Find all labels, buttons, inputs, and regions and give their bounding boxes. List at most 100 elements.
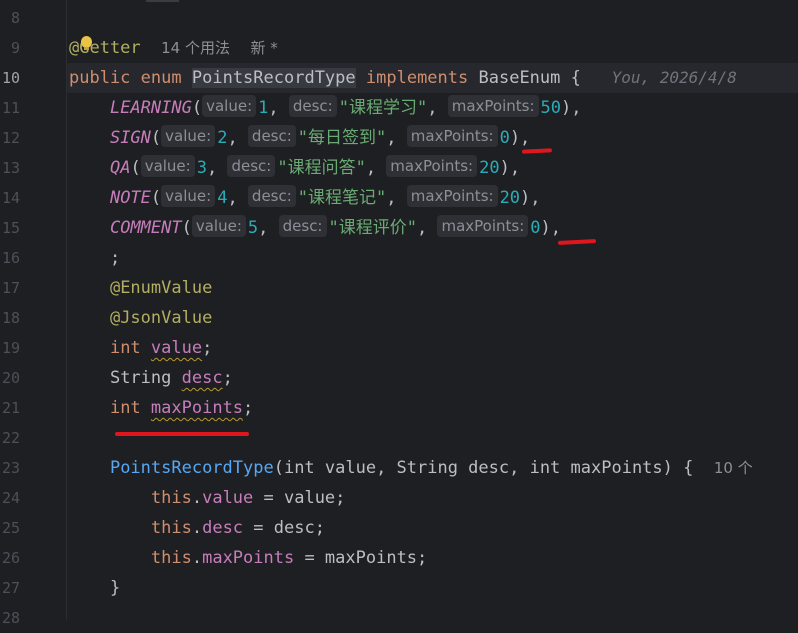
enum-max-points: 20 [479,158,500,178]
usages-hint[interactable]: 14 个用法 [161,39,230,57]
enum-constant: QA [109,158,131,178]
enum-max-points: 0 [499,128,510,148]
enum-terminator: ; [109,248,121,268]
enum-desc: "课程问答" [277,158,366,178]
scroll-indicator [146,0,179,2]
field-name[interactable]: maxPoints [151,398,243,418]
param-hint: maxPoints: [437,215,529,237]
this-keyword: this [150,548,192,568]
enum-entry[interactable]: NOTE(value: 4, desc: "课程笔记", maxPoints: 20)… [69,183,541,213]
field-type: int [109,398,141,418]
enum-entry[interactable]: COMMENT(value: 5, desc: "课程评价", maxPoints:… [69,213,561,243]
param-hint: maxPoints: [386,155,478,177]
line-number: 17 [1,279,20,297]
field-type: String [109,368,172,388]
enum-constant: NOTE [109,188,151,208]
code-line-9[interactable]: @Getter 14 个用法 新 * [69,33,278,63]
enum-max-points: 50 [540,98,561,118]
line-number: 15 [1,219,20,237]
param-hint: desc: [247,125,296,147]
param-hint: desc: [227,155,276,177]
red-underline-mark [521,148,553,154]
enum-entry[interactable]: LEARNING(value: 1, desc: "课程学习", maxPoints… [69,93,581,123]
line-number: 16 [1,249,20,267]
keyword-public: public [69,68,131,88]
new-badge: 新 * [250,39,278,57]
param-hint: desc: [278,215,327,237]
line-number: 10 [1,69,20,87]
git-blame-hint[interactable]: You, 2026/4/8 [612,68,737,87]
close-brace: } [109,578,121,598]
line-number: 21 [1,399,20,417]
enum-entry[interactable]: SIGN(value: 2, desc: "每日签到", maxPoints: 0), [69,123,530,153]
assignment-rhs: = desc; [243,518,325,538]
field-type: int [109,338,141,358]
code-line-17[interactable]: @EnumValue [69,273,212,303]
param-hint: value: [140,155,195,177]
line-number: 22 [1,429,20,447]
assignment-rhs: = value; [253,488,346,508]
this-keyword: this [150,488,192,508]
code-line-10[interactable]: public enum PointsRecordType implements … [67,63,798,93]
keyword-implements: implements [365,68,469,88]
param-hint: maxPoints: [406,185,498,207]
enum-max-points: 20 [499,188,521,208]
enum-constant: SIGN [109,128,151,148]
constructor-signature[interactable]: PointsRecordType(int value, String desc,… [69,453,753,483]
field-declaration[interactable]: int value; [69,333,212,363]
line-number: 20 [1,369,20,387]
param-hint: value: [161,125,216,147]
field-name[interactable]: desc [182,368,223,388]
param-hint: desc: [247,185,296,207]
field-name[interactable]: value [151,338,202,358]
lightbulb-base-icon [84,47,89,50]
enum-type-name[interactable]: PointsRecordType [191,68,356,88]
field-declaration[interactable]: String desc; [69,363,233,393]
assigned-field: desc [202,518,244,538]
assignment-line[interactable]: this.maxPoints = maxPoints; [69,543,427,573]
getter-annotation: @Getter [69,38,141,58]
enum-desc: "课程评价" [328,218,417,238]
param-hint: desc: [288,95,337,117]
red-underline-mark [557,239,597,245]
enum-desc: "课程学习" [338,98,428,118]
code-line-18[interactable]: @JsonValue [69,303,212,333]
assigned-field: maxPoints [202,548,295,568]
param-hint: maxPoints: [447,95,539,117]
enum-value: 4 [217,188,228,208]
enum-desc: "课程笔记" [297,188,387,208]
enum-value: 3 [196,158,207,178]
line-number: 9 [10,39,20,57]
json-value-annotation: @JsonValue [109,308,213,328]
param-hint: maxPoints: [406,125,498,147]
this-keyword: this [150,518,192,538]
assignment-rhs: = maxPoints; [294,548,428,568]
line-number: 11 [1,99,20,117]
field-declaration[interactable]: int maxPoints; [69,393,253,423]
line-number: 27 [1,579,20,597]
line-number: 8 [10,9,20,27]
param-hint: value: [202,95,257,117]
constructor-name[interactable]: PointsRecordType [110,458,274,478]
enum-value-annotation: @EnumValue [109,278,213,298]
base-interface[interactable]: BaseEnum [479,68,561,88]
usages-hint[interactable]: 10 个 [714,459,753,477]
enum-entry[interactable]: QA(value: 3, desc: "课程问答", maxPoints: 20), [69,153,520,183]
enum-value: 2 [217,128,228,148]
assigned-field: value [202,488,254,508]
enum-max-points: 0 [530,218,541,238]
param-hint: value: [161,185,216,207]
red-underline-mark [115,432,249,436]
enum-value: 1 [258,98,269,118]
code-line-16[interactable]: ; [69,243,120,273]
line-number: 18 [1,309,20,327]
assignment-line[interactable]: this.value = value; [69,483,346,513]
keyword-enum: enum [140,68,182,88]
line-number: 19 [1,339,20,357]
code-line-27[interactable]: } [69,573,120,603]
line-number: 26 [1,549,20,567]
enum-desc: "每日签到" [297,128,387,148]
assignment-line[interactable]: this.desc = desc; [69,513,325,543]
enum-constant: LEARNING [109,98,192,118]
line-number: 23 [1,459,20,477]
